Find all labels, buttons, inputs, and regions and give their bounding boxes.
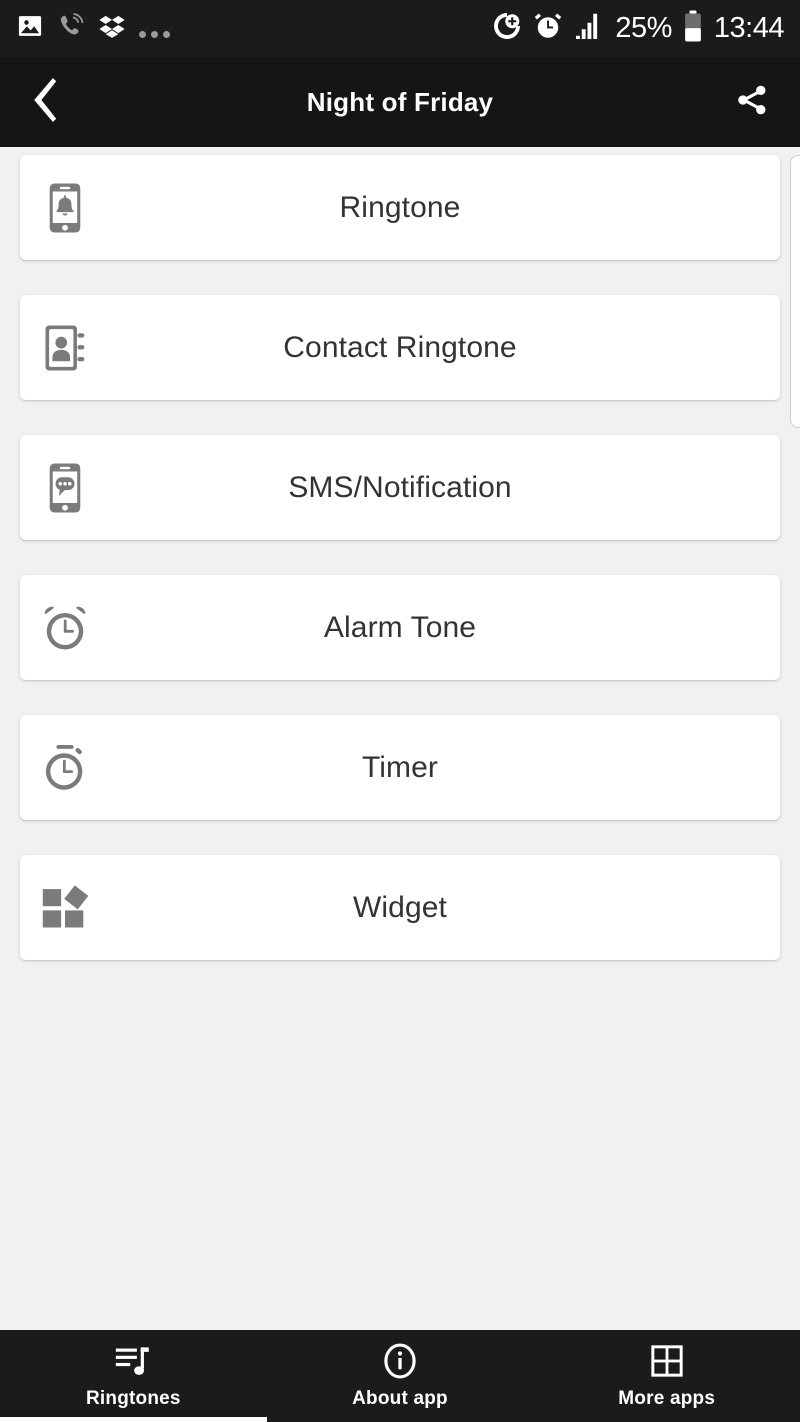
dropbox-icon xyxy=(98,12,126,45)
card-label: Widget xyxy=(353,890,447,924)
card-label: SMS/Notification xyxy=(288,470,512,504)
share-button[interactable] xyxy=(704,57,800,147)
photo-icon xyxy=(16,12,44,45)
nav-item-more-apps[interactable]: More apps xyxy=(533,1330,800,1422)
card-label: Ringtone xyxy=(339,190,461,224)
card-label: Timer xyxy=(361,750,439,784)
alarm-clock-icon xyxy=(20,575,110,680)
share-icon xyxy=(735,83,769,122)
status-bar-system: 25% 13:44 xyxy=(492,10,785,47)
card-timer[interactable]: Timer xyxy=(20,715,780,820)
back-button[interactable] xyxy=(0,57,96,147)
alarm-icon xyxy=(533,11,563,46)
more-dots-icon xyxy=(139,14,170,44)
sync-add-icon xyxy=(492,11,522,46)
title-bar: Night of Friday xyxy=(0,57,800,147)
battery-percent-label: 25% xyxy=(615,12,672,44)
contact-book-icon xyxy=(20,295,110,400)
info-circle-icon xyxy=(382,1342,418,1380)
nav-item-ringtones[interactable]: Ringtones xyxy=(0,1330,267,1422)
nav-label: About app xyxy=(352,1388,448,1409)
active-tab-indicator xyxy=(0,1417,267,1422)
app-root: 25% 13:44 Night of Friday Ringtone Conta… xyxy=(0,0,800,1422)
card-alarm-tone[interactable]: Alarm Tone xyxy=(20,575,780,680)
back-chevron-icon xyxy=(28,77,68,128)
phone-ringing-icon xyxy=(57,12,85,45)
card-contact-ringtone[interactable]: Contact Ringtone xyxy=(20,295,780,400)
card-widget[interactable]: Widget xyxy=(20,855,780,960)
card-label: Contact Ringtone xyxy=(283,330,517,364)
signal-bars-icon xyxy=(574,12,604,45)
card-ringtone[interactable]: Ringtone xyxy=(20,155,780,260)
card-sms-notification[interactable]: SMS/Notification xyxy=(20,435,780,540)
option-card-list: Ringtone Contact Ringtone SMS/Notificati… xyxy=(0,147,800,960)
nav-label: Ringtones xyxy=(85,1388,181,1409)
main-content: Ringtone Contact Ringtone SMS/Notificati… xyxy=(0,147,800,1330)
grid-apps-icon xyxy=(650,1342,684,1380)
clock-label: 13:44 xyxy=(713,12,785,44)
widget-squares-icon xyxy=(20,855,110,960)
status-bar: 25% 13:44 xyxy=(0,0,800,57)
nav-label: More apps xyxy=(618,1388,716,1409)
stopwatch-icon xyxy=(20,715,110,820)
page-title: Night of Friday xyxy=(306,86,494,117)
battery-icon xyxy=(683,10,703,47)
playlist-music-icon xyxy=(115,1342,151,1380)
bottom-navigation: Ringtones About app More apps xyxy=(0,1330,800,1422)
phone-message-icon xyxy=(20,435,110,540)
phone-bell-icon xyxy=(20,155,110,260)
card-label: Alarm Tone xyxy=(323,610,477,644)
nav-item-about-app[interactable]: About app xyxy=(267,1330,534,1422)
status-bar-notifications xyxy=(16,12,170,45)
